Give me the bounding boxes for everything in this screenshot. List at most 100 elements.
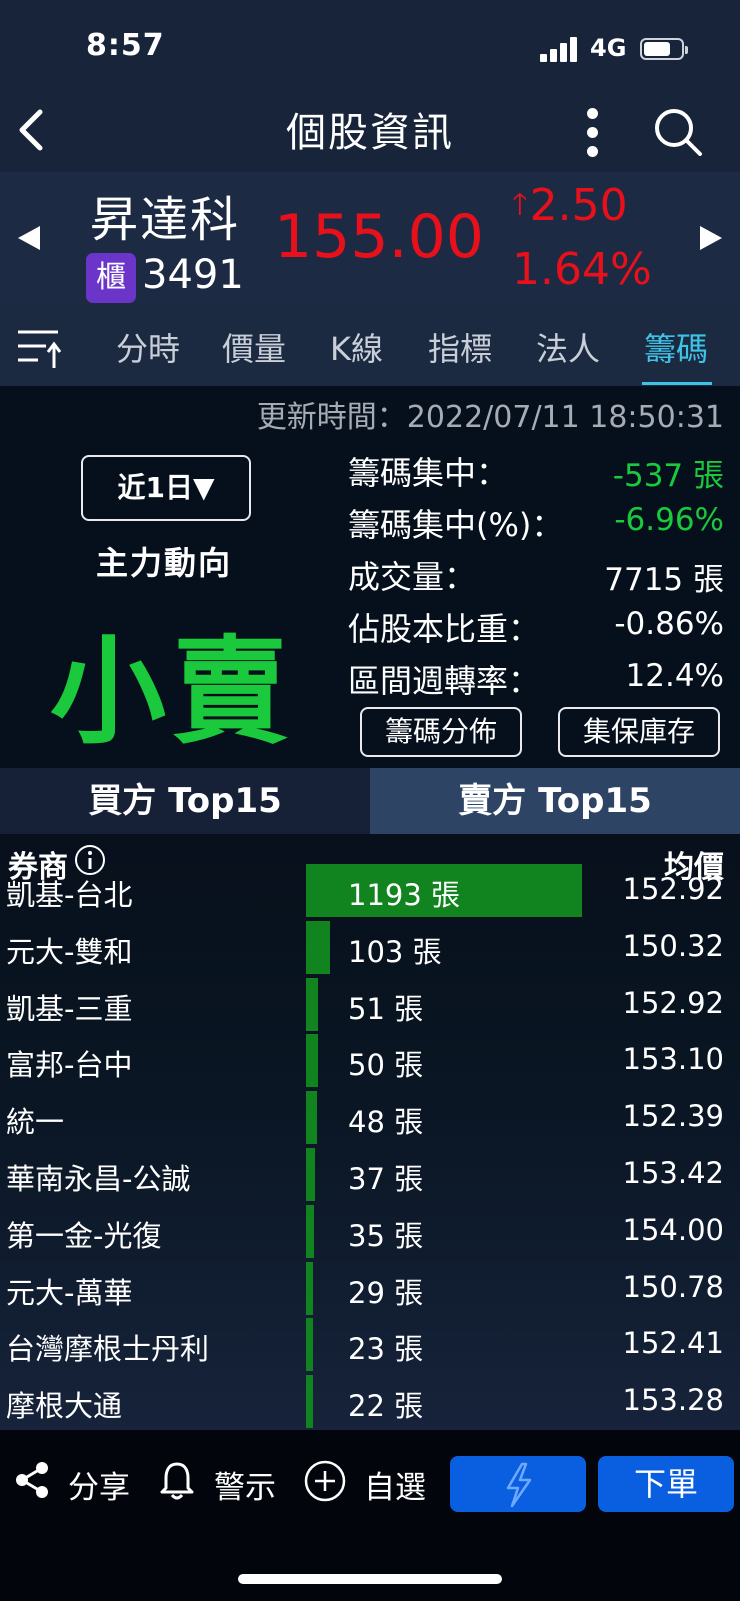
broker-avg-price: 152.92 xyxy=(622,985,724,1020)
bell-icon[interactable] xyxy=(158,1460,196,1502)
broker-row[interactable]: 元大-萬華 29 張 150.78 xyxy=(0,1261,740,1318)
chip-distribution-button[interactable]: 籌碼分佈 xyxy=(360,707,522,757)
place-order-button[interactable]: 下單 xyxy=(598,1456,734,1512)
broker-avg-price: 153.42 xyxy=(622,1156,724,1190)
stock-quote: 昇達科 櫃 3491 155.00 🡑2.50 1.64% xyxy=(0,172,740,306)
broker-avg-price: 153.28 xyxy=(622,1383,724,1418)
tab-price-volume[interactable]: 價量 xyxy=(222,324,286,370)
volume-bar xyxy=(306,1204,314,1258)
stat-value-concentration-pct: -6.96% xyxy=(614,502,724,538)
broker-avg-price: 152.92 xyxy=(622,872,724,906)
tab-indicators[interactable]: 指標 xyxy=(428,324,492,370)
broker-row[interactable]: 元大-雙和 103 張 150.32 xyxy=(0,920,740,977)
share-icon[interactable] xyxy=(14,1460,50,1500)
sell-top15-tab[interactable]: 賣方 Top15 xyxy=(370,768,740,834)
volume-bar xyxy=(306,1261,313,1315)
add-watchlist-icon[interactable] xyxy=(304,1460,346,1502)
volume-bar xyxy=(306,1148,315,1201)
buy-top15-tab[interactable]: 買方 Top15 xyxy=(0,768,370,834)
broker-name: 台灣摩根士丹利 xyxy=(6,1332,210,1367)
top-area: 8:57 4G 個股資訊 xyxy=(0,0,740,172)
broker-name: 富邦-台中 xyxy=(6,1048,133,1083)
battery-icon xyxy=(640,38,688,60)
period-selector[interactable]: 近1日▼ xyxy=(81,455,251,521)
stock-price: 155.00 xyxy=(274,202,484,272)
depository-inventory-button[interactable]: 集保庫存 xyxy=(558,707,720,757)
active-tab-indicator xyxy=(642,382,712,385)
search-icon[interactable] xyxy=(652,106,704,158)
tab-institutional[interactable]: 法人 xyxy=(536,324,600,370)
price-change: 🡑2.50 xyxy=(512,180,628,233)
stat-value-turnover: 12.4% xyxy=(625,658,724,694)
broker-avg-price: 152.41 xyxy=(622,1326,724,1361)
broker-quantity: 103 張 xyxy=(348,934,442,969)
broker-row[interactable]: 凱基-台北 1193 張 152.92 xyxy=(0,864,740,920)
broker-name: 元大-萬華 xyxy=(6,1275,133,1310)
broker-quantity: 35 張 xyxy=(348,1218,424,1253)
quick-order-button[interactable] xyxy=(450,1456,586,1512)
broker-avg-price: 154.00 xyxy=(622,1212,724,1247)
broker-list[interactable]: 券商 均價 凱基-台北 1193 張 152.92 元大-雙和 103 張 150.32 凱… xyxy=(0,834,740,1430)
broker-name: 元大-雙和 xyxy=(6,934,133,969)
watchlist-label[interactable]: 自選 xyxy=(364,1462,426,1507)
lightning-icon xyxy=(506,1462,532,1508)
tab-kline[interactable]: K線 xyxy=(330,324,383,370)
broker-avg-price: 150.32 xyxy=(622,928,724,963)
stat-value-volume: 7715 張 xyxy=(604,562,724,598)
broker-quantity: 37 張 xyxy=(348,1162,424,1196)
broker-row[interactable]: 富邦-台中 50 張 153.10 xyxy=(0,1034,740,1090)
broker-name: 凱基-三重 xyxy=(6,991,133,1026)
broker-name: 第一金-光復 xyxy=(6,1218,162,1253)
bottom-action-bar: 分享 警示 自選 下單 xyxy=(0,1430,740,1601)
broker-avg-price: 153.10 xyxy=(622,1042,724,1077)
stock-name: 昇達科 xyxy=(90,192,241,248)
broker-quantity: 22 張 xyxy=(348,1389,424,1424)
broker-row[interactable]: 凱基-三重 51 張 152.92 xyxy=(0,977,740,1034)
stock-code: 3491 xyxy=(142,252,244,298)
volume-bar xyxy=(306,1318,313,1372)
sort-menu-icon[interactable] xyxy=(16,326,64,370)
broker-row[interactable]: 第一金-光復 35 張 154.00 xyxy=(0,1204,740,1261)
broker-name: 統一 xyxy=(6,1105,65,1140)
more-options-icon[interactable] xyxy=(578,108,608,158)
main-flow-label: 主力動向 xyxy=(96,544,233,582)
network-type: 4G xyxy=(590,34,627,62)
page-title: 個股資訊 xyxy=(286,110,454,156)
broker-quantity: 29 張 xyxy=(348,1275,424,1310)
broker-row[interactable]: 台灣摩根士丹利 23 張 152.41 xyxy=(0,1318,740,1374)
side-tabs: 買方 Top15 賣方 Top15 xyxy=(0,768,740,834)
home-indicator xyxy=(238,1574,502,1584)
broker-quantity: 48 張 xyxy=(348,1105,424,1140)
tab-chips[interactable]: 籌碼 xyxy=(644,324,708,370)
update-time: 更新時間：2022/07/11 18:50:31 xyxy=(256,400,724,435)
broker-row[interactable]: 統一 48 張 152.39 xyxy=(0,1091,740,1147)
broker-row[interactable]: 摩根大通 22 張 153.28 xyxy=(0,1375,740,1430)
volume-bar xyxy=(306,920,330,974)
stat-label-turnover: 區間週轉率： xyxy=(348,662,541,700)
prev-stock-icon[interactable] xyxy=(16,224,42,252)
stat-label-concentration: 籌碼集中： xyxy=(348,454,509,492)
volume-bar xyxy=(306,1091,317,1145)
stat-value-concentration: -537 張 xyxy=(612,458,724,494)
next-stock-icon[interactable] xyxy=(698,224,724,252)
main-flow-value: 小賣 xyxy=(50,625,294,760)
broker-avg-price: 150.78 xyxy=(622,1269,724,1304)
broker-name: 凱基-台北 xyxy=(6,878,133,912)
broker-row[interactable]: 華南永昌-公誠 37 張 153.42 xyxy=(0,1148,740,1204)
signal-icon xyxy=(540,36,580,62)
share-label[interactable]: 分享 xyxy=(68,1462,130,1507)
broker-quantity: 50 張 xyxy=(348,1048,424,1083)
tab-bar: 分時 價量 K線 指標 法人 籌碼 xyxy=(0,306,740,386)
broker-name: 摩根大通 xyxy=(6,1389,123,1424)
broker-avg-price: 152.39 xyxy=(622,1099,724,1134)
stat-label-concentration-pct: 籌碼集中(%)： xyxy=(348,506,564,544)
stat-value-capital-ratio: -0.86% xyxy=(614,606,724,642)
stat-label-capital-ratio: 佔股本比重： xyxy=(348,610,541,648)
volume-bar xyxy=(306,1375,313,1429)
volume-bar xyxy=(306,1034,318,1088)
status-time: 8:57 xyxy=(86,28,165,63)
price-change-value: 2.50 xyxy=(529,180,628,231)
tab-intraday[interactable]: 分時 xyxy=(116,324,180,370)
broker-name: 華南永昌-公誠 xyxy=(6,1162,191,1196)
alert-label[interactable]: 警示 xyxy=(214,1462,276,1507)
